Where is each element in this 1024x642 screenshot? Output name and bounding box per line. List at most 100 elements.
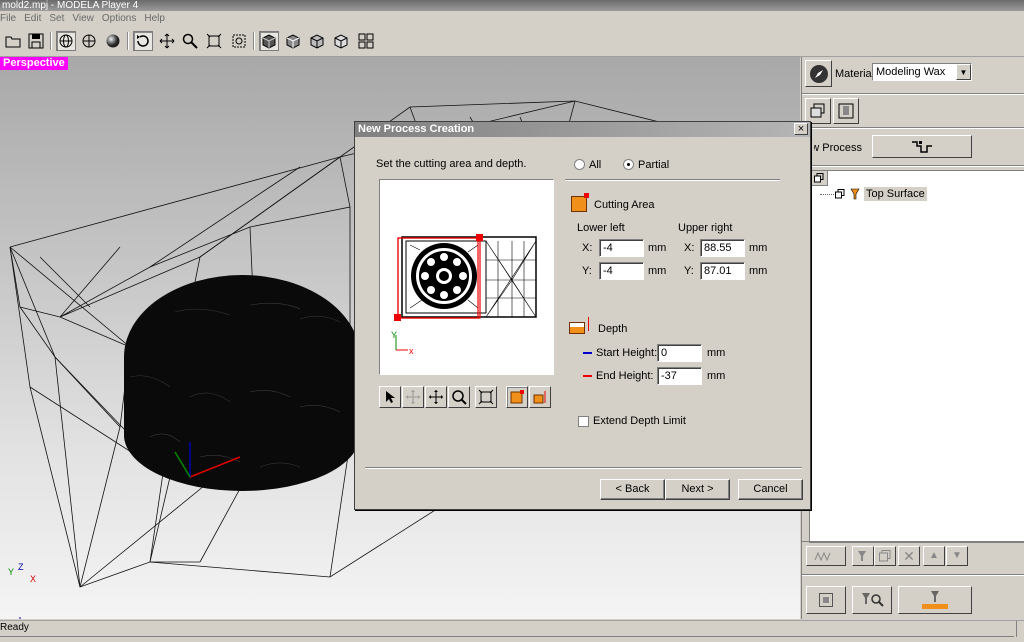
depth-icon: [569, 322, 585, 334]
menu-view[interactable]: View: [72, 13, 94, 24]
status-text: Ready: [0, 622, 29, 633]
rotate-icon[interactable]: [133, 31, 153, 51]
open-icon[interactable]: [3, 31, 23, 51]
radio-all[interactable]: [574, 159, 585, 170]
window-title: mold2.mpj - MODELA Player 4: [2, 0, 139, 11]
depth-mode-icon[interactable]: [529, 386, 551, 408]
material-label: Material: [835, 68, 875, 80]
depth-label: Depth: [598, 323, 628, 335]
preview-axis-x: x: [409, 346, 414, 356]
pan-icon[interactable]: [157, 31, 177, 51]
upper-right-x-input[interactable]: 88.55: [700, 239, 745, 257]
extend-depth-checkbox[interactable]: [578, 416, 589, 427]
move-area-icon[interactable]: [402, 386, 424, 408]
cutting-area-preview[interactable]: Y x: [379, 179, 554, 375]
tree-tab[interactable]: [810, 170, 828, 186]
lower-left-label: Lower left: [577, 222, 625, 234]
waveform-icon: [814, 551, 831, 562]
view-side-icon[interactable]: [307, 31, 327, 51]
menu-set[interactable]: Set: [49, 13, 64, 24]
save-icon[interactable]: [26, 31, 46, 51]
fit-icon[interactable]: [475, 386, 497, 408]
main-toolbar: [0, 28, 1024, 57]
close-icon[interactable]: ×: [794, 123, 808, 135]
menu-file[interactable]: File: [0, 13, 16, 24]
radio-all-label: All: [589, 159, 602, 171]
radio-partial-label: Partial: [638, 159, 670, 171]
upper-right-y-unit: mm: [749, 265, 768, 277]
zoom-icon[interactable]: [180, 31, 200, 51]
start-height-unit: mm: [707, 347, 726, 359]
stock-icon: [819, 593, 833, 607]
back-button[interactable]: < Back: [600, 479, 665, 500]
globe-icon[interactable]: [79, 31, 99, 51]
menu-edit[interactable]: Edit: [24, 13, 41, 24]
select-arrow-icon[interactable]: [379, 386, 401, 408]
pan-icon[interactable]: [425, 386, 447, 408]
lower-left-y-unit: mm: [648, 265, 667, 277]
sphere-icon[interactable]: [103, 31, 123, 51]
menu-bar: File Edit Set View Options Help: [0, 11, 1024, 27]
lower-left-y-input[interactable]: -4: [599, 262, 644, 280]
preview-toolbar: [379, 386, 555, 410]
preview-drawing: [394, 234, 537, 351]
cutting-icon: [922, 591, 948, 609]
cut-button[interactable]: [898, 586, 972, 614]
wireframe-icon[interactable]: [56, 31, 76, 51]
start-height-marker: [583, 352, 592, 354]
right-panel: Material Modeling Wax ▼ New Process Top …: [801, 57, 1024, 619]
copy-process-button[interactable]: [874, 546, 896, 566]
menu-options[interactable]: Options: [102, 13, 136, 24]
process-tree[interactable]: Top Surface: [809, 170, 1024, 543]
cutting-area-label: Cutting Area: [594, 199, 655, 211]
start-height-label: Start Height:: [596, 347, 658, 359]
zoom-icon[interactable]: [448, 386, 470, 408]
end-height-input[interactable]: -37: [657, 367, 702, 385]
cancel-button[interactable]: Cancel: [738, 479, 803, 500]
upper-right-y-label: Y:: [684, 265, 694, 277]
upper-right-label: Upper right: [678, 222, 733, 234]
material-select[interactable]: Modeling Wax ▼: [872, 63, 972, 81]
fixture-button[interactable]: [833, 98, 859, 124]
preview-axis-y: Y: [391, 330, 398, 340]
preview-cutting-button[interactable]: [852, 586, 892, 614]
next-button[interactable]: Next >: [665, 479, 730, 500]
tree-tool-icon: [850, 188, 860, 203]
fixture-icon: [838, 103, 854, 119]
move-up-icon[interactable]: ▲: [923, 546, 945, 566]
new-process-button[interactable]: [872, 135, 972, 158]
start-height-input[interactable]: 0: [657, 344, 702, 362]
radio-partial[interactable]: [623, 159, 634, 170]
upper-right-y-input[interactable]: 87.01: [700, 262, 745, 280]
material-value: Modeling Wax: [876, 66, 946, 78]
move-down-icon[interactable]: ▼: [946, 546, 968, 566]
lower-left-x-unit: mm: [648, 242, 667, 254]
fit-icon[interactable]: [204, 31, 224, 51]
stock-button[interactable]: [806, 586, 846, 614]
status-bar: Ready: [0, 620, 1024, 642]
delete-icon[interactable]: ✕: [898, 546, 920, 566]
process-tool-button[interactable]: [852, 546, 874, 566]
view-top-icon[interactable]: [331, 31, 351, 51]
chevron-down-icon[interactable]: ▼: [956, 64, 971, 80]
dialog-title-bar: New Process Creation: [355, 122, 810, 137]
window-title-bar: mold2.mpj - MODELA Player 4: [0, 0, 1024, 11]
tool-icon: [858, 551, 866, 561]
preview-process-button[interactable]: [806, 546, 846, 566]
zoom-window-icon[interactable]: [229, 31, 249, 51]
view-front-icon[interactable]: [283, 31, 303, 51]
cutting-area-mode-icon[interactable]: [506, 386, 528, 408]
lower-left-x-input[interactable]: -4: [599, 239, 644, 257]
menu-help[interactable]: Help: [144, 13, 165, 24]
view-mode-label: Perspective: [0, 57, 68, 70]
end-height-label: End Height:: [596, 370, 654, 382]
end-height-unit: mm: [707, 370, 726, 382]
tree-layer-icon: [835, 189, 845, 202]
compass-button[interactable]: [805, 60, 832, 87]
toolpath-icon: [912, 140, 932, 153]
tree-item-top-surface[interactable]: Top Surface: [864, 187, 927, 201]
upper-right-x-label: X:: [684, 242, 695, 254]
view-perspective-icon[interactable]: [259, 31, 279, 51]
end-height-marker: [583, 375, 592, 377]
multi-view-icon[interactable]: [356, 31, 376, 51]
